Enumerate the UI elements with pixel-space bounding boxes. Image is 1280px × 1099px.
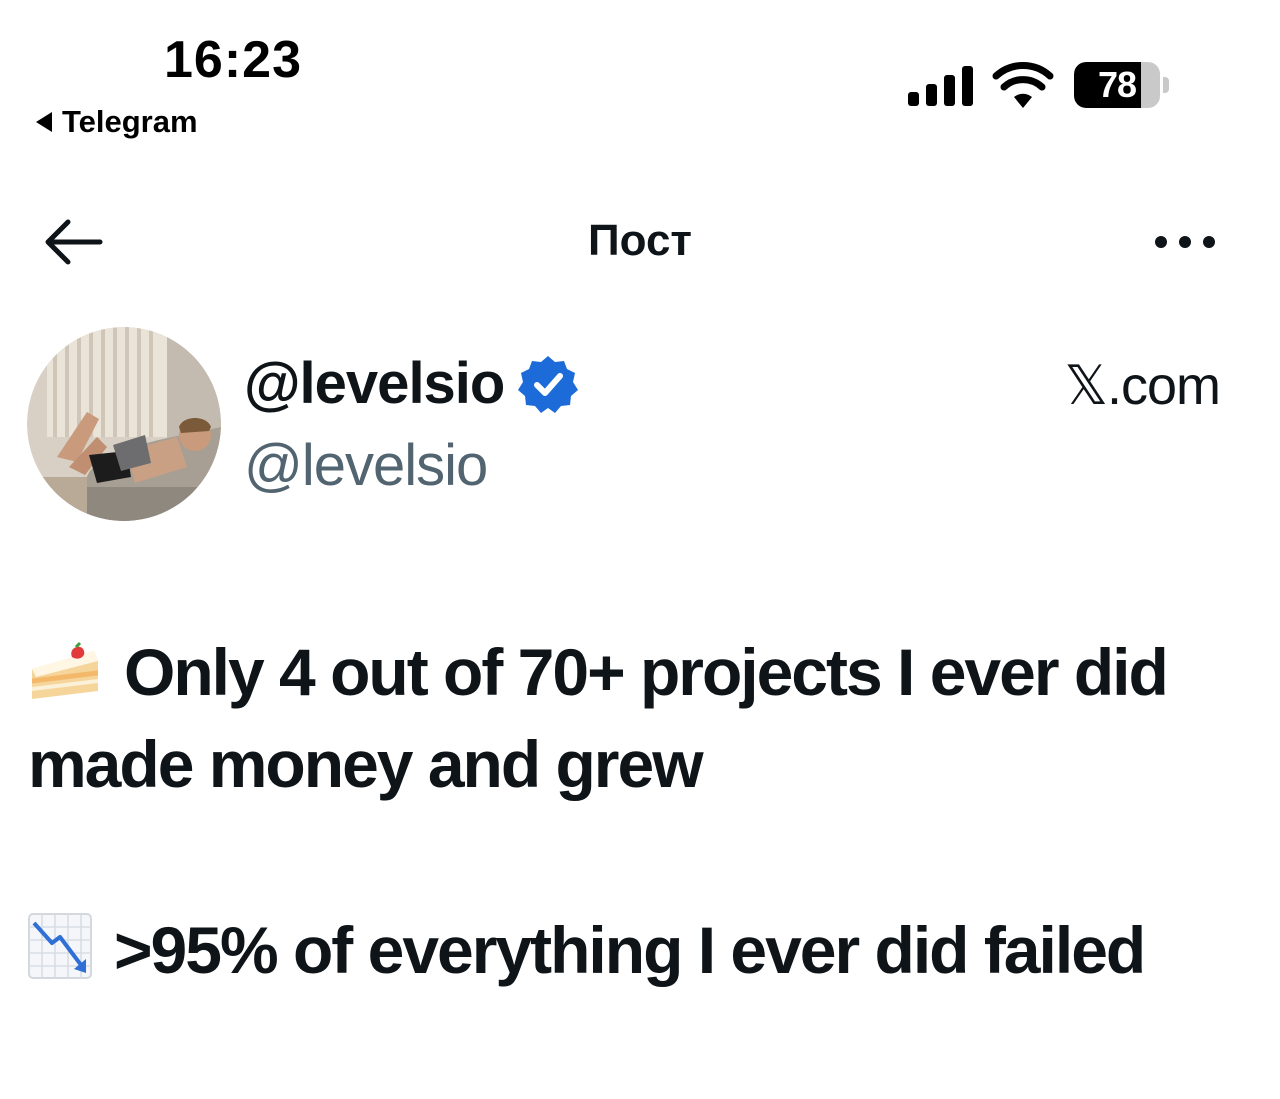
author-handle[interactable]: @levelsio: [244, 432, 488, 499]
page-title: Пост: [588, 216, 692, 265]
display-name[interactable]: @levelsio: [244, 350, 505, 417]
battery-level-text: 78: [1097, 64, 1137, 105]
verified-badge-icon: [518, 355, 579, 413]
battery-cap: [1163, 77, 1169, 93]
tweet-paragraph: >95% of everything I ever did failed: [28, 904, 1248, 996]
tweet-paragraph: Only 4 out of 70+ projects I ever did ma…: [28, 626, 1248, 810]
battery-indicator: 78: [1074, 62, 1170, 108]
source-label[interactable]: 𝕏.com: [1064, 354, 1221, 417]
battery-body: 78: [1074, 62, 1160, 108]
cake-icon: [32, 641, 98, 699]
avatar[interactable]: [27, 327, 221, 521]
wifi-icon: [992, 62, 1054, 108]
back-to-app-link[interactable]: Telegram: [36, 104, 198, 140]
display-name-row[interactable]: @levelsio: [244, 350, 579, 417]
back-app-label: Telegram: [62, 104, 198, 139]
tweet-paragraph-text: >95% of everything I ever did failed: [114, 913, 1146, 987]
back-triangle-icon: [36, 112, 52, 132]
tweet-paragraph-text: Only 4 out of 70+ projects I ever did ma…: [28, 635, 1169, 801]
more-horizontal-icon[interactable]: [1150, 224, 1220, 260]
cellular-signal-icon: [908, 66, 973, 106]
chart-decreasing-icon: [28, 913, 92, 979]
status-time: 16:23: [164, 31, 302, 89]
